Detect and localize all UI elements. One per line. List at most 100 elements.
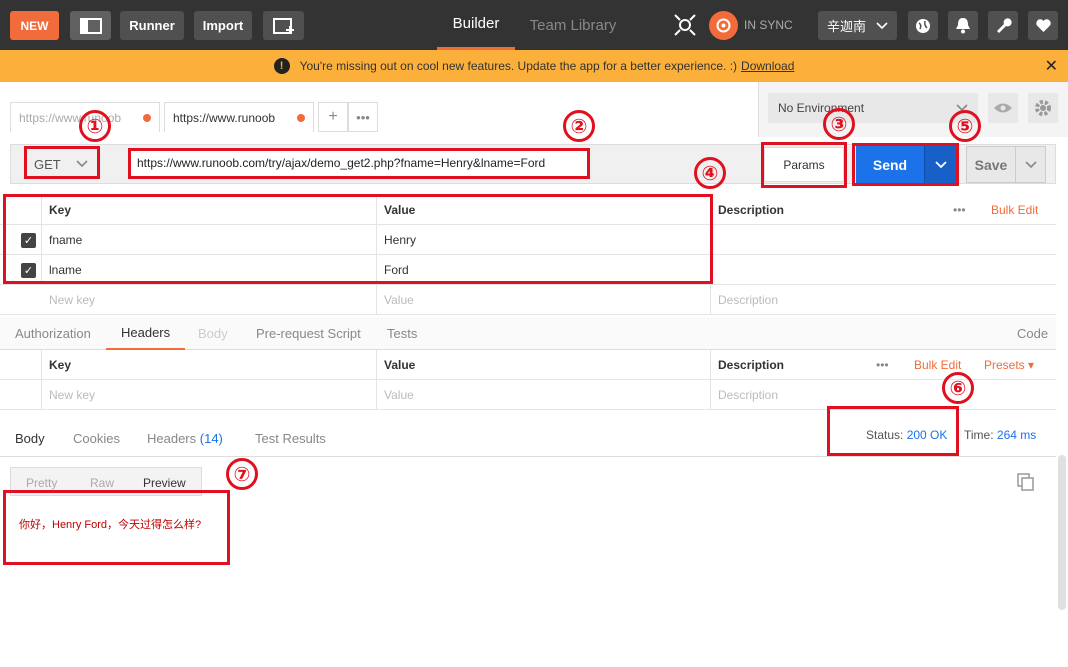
new-header-value-input[interactable]: Value xyxy=(384,380,414,410)
tab-headers[interactable]: Headers xyxy=(106,317,186,350)
headers-key-header: Key xyxy=(49,358,72,372)
chevron-down-icon xyxy=(876,21,888,29)
new-header-key-input[interactable]: New key xyxy=(49,380,95,410)
response-tab-cookies[interactable]: Cookies xyxy=(73,420,120,457)
globe-button[interactable] xyxy=(908,11,938,40)
response-preview-text: 你好，Henry Ford，今天过得怎么样? xyxy=(19,519,202,531)
headers-value-header: Value xyxy=(384,358,416,372)
status-value: 200 OK xyxy=(906,428,948,442)
bell-icon xyxy=(956,18,970,34)
tab-tests[interactable]: Tests xyxy=(387,317,417,350)
tab-authorization[interactable]: Authorization xyxy=(15,317,91,350)
chevron-down-icon xyxy=(1024,160,1037,168)
gear-icon xyxy=(1035,100,1051,116)
request-tab-label: https://www.runoob xyxy=(173,110,276,125)
import-button[interactable]: Import xyxy=(194,11,252,40)
row-checkbox[interactable]: ✓ xyxy=(21,233,36,248)
send-button[interactable]: Send xyxy=(856,146,924,183)
wrench-icon xyxy=(996,18,1012,33)
response-headers-label: Headers xyxy=(147,431,197,446)
response-scrollbar[interactable] xyxy=(1058,455,1066,610)
param-value[interactable]: Ford xyxy=(384,255,409,285)
more-icon[interactable]: ••• xyxy=(876,350,889,380)
user-menu-button[interactable]: 辛迦南 xyxy=(818,11,897,40)
eye-icon xyxy=(994,103,1012,113)
annotation-number-5: ⑤ xyxy=(949,110,981,142)
close-icon[interactable]: ✕ xyxy=(1045,56,1058,76)
request-tab-active[interactable]: https://www.runoob xyxy=(164,102,314,132)
view-tab-preview[interactable]: Preview xyxy=(143,468,186,497)
response-time: Time: 264 ms xyxy=(964,428,1036,442)
table-row: ✓ lname Ford xyxy=(0,255,1056,285)
param-key[interactable]: lname xyxy=(49,255,82,285)
response-view-tabs: Pretty Raw Preview xyxy=(10,467,202,496)
notifications-button[interactable] xyxy=(948,11,978,40)
response-headers-count: (14) xyxy=(199,431,223,446)
send-dropdown-button[interactable] xyxy=(924,146,956,183)
sidebar-toggle-button[interactable] xyxy=(70,11,111,40)
method-select[interactable]: GET xyxy=(24,150,98,178)
annotation-number-1: ① xyxy=(79,110,111,142)
response-tab-body[interactable]: Body xyxy=(15,420,45,457)
save-dropdown-button[interactable] xyxy=(1016,146,1046,183)
environment-quick-look-button[interactable] xyxy=(988,93,1018,123)
table-row: ✓ fname Henry xyxy=(0,225,1056,255)
param-key[interactable]: fname xyxy=(49,225,82,255)
copy-icon[interactable] xyxy=(1016,472,1036,492)
param-value[interactable]: Henry xyxy=(384,225,416,255)
unsaved-dot-icon xyxy=(143,114,151,122)
annotation-number-6: ⑥ xyxy=(942,372,974,404)
view-tab-raw[interactable]: Raw xyxy=(90,468,114,497)
tab-pre-request-script[interactable]: Pre-request Script xyxy=(256,317,361,350)
params-value-header: Value xyxy=(384,203,416,217)
time-value: 264 ms xyxy=(996,428,1037,442)
response-tab-test-results[interactable]: Test Results xyxy=(255,420,326,457)
new-value-input[interactable]: Value xyxy=(384,285,414,315)
request-subtabs: Authorization Headers Body Pre-request S… xyxy=(0,317,1056,350)
annotation-number-2: ② xyxy=(563,110,595,142)
params-bulk-edit-link[interactable]: Bulk Edit xyxy=(991,195,1038,225)
warning-icon: ! xyxy=(273,58,290,74)
settings-button[interactable] xyxy=(988,11,1018,40)
tab-builder[interactable]: Builder xyxy=(437,0,515,50)
interceptor-icon[interactable] xyxy=(672,12,698,38)
params-button[interactable]: Params xyxy=(764,147,844,182)
new-window-button[interactable] xyxy=(263,11,304,40)
globe-icon xyxy=(916,18,930,33)
status-label: Status: xyxy=(866,428,904,442)
headers-table: Key Value Description ••• Bulk Edit Pres… xyxy=(0,350,1056,410)
more-icon[interactable]: ••• xyxy=(953,195,966,225)
new-header-description-input[interactable]: Description xyxy=(718,380,778,410)
response-tab-headers[interactable]: Headers (14) xyxy=(147,420,223,457)
heart-icon xyxy=(1035,19,1051,32)
more-tabs-button[interactable]: ••• xyxy=(348,102,378,132)
tab-body[interactable]: Body xyxy=(198,317,228,350)
new-button[interactable]: NEW xyxy=(10,11,59,40)
new-header-row: New key Value Description xyxy=(0,380,1056,410)
new-description-input[interactable]: Description xyxy=(718,285,778,315)
url-input[interactable]: https://www.runoob.com/try/ajax/demo_get… xyxy=(128,149,588,177)
headers-header-row: Key Value Description ••• Bulk Edit Pres… xyxy=(0,350,1056,380)
runner-button[interactable]: Runner xyxy=(120,11,184,40)
sidebar-icon xyxy=(79,17,102,34)
code-link[interactable]: Code xyxy=(1017,317,1048,350)
tab-team-library[interactable]: Team Library xyxy=(528,0,618,50)
favorite-button[interactable] xyxy=(1028,11,1058,40)
banner-message: You're missing out on cool new features.… xyxy=(299,59,738,73)
top-bar: NEW Runner Import Builder Team Library I… xyxy=(0,0,1068,50)
presets-label: Presets xyxy=(984,358,1025,372)
params-header-row: Key Value Description ••• Bulk Edit xyxy=(0,195,1056,225)
view-tab-pretty[interactable]: Pretty xyxy=(26,468,57,497)
new-key-input[interactable]: New key xyxy=(49,285,95,315)
sync-icon[interactable] xyxy=(709,11,738,40)
presets-dropdown[interactable]: Presets ▾ xyxy=(984,350,1034,380)
annotation-number-3: ③ xyxy=(823,108,855,140)
add-tab-button[interactable]: + xyxy=(318,102,348,132)
manage-environments-button[interactable] xyxy=(1028,93,1058,123)
row-checkbox[interactable]: ✓ xyxy=(21,263,36,278)
environment-select[interactable]: No Environment xyxy=(768,93,978,123)
save-button[interactable]: Save xyxy=(966,146,1016,183)
time-label: Time: xyxy=(964,428,994,442)
response-status: Status: 200 OK xyxy=(866,428,947,442)
download-link[interactable]: Download xyxy=(741,59,794,73)
